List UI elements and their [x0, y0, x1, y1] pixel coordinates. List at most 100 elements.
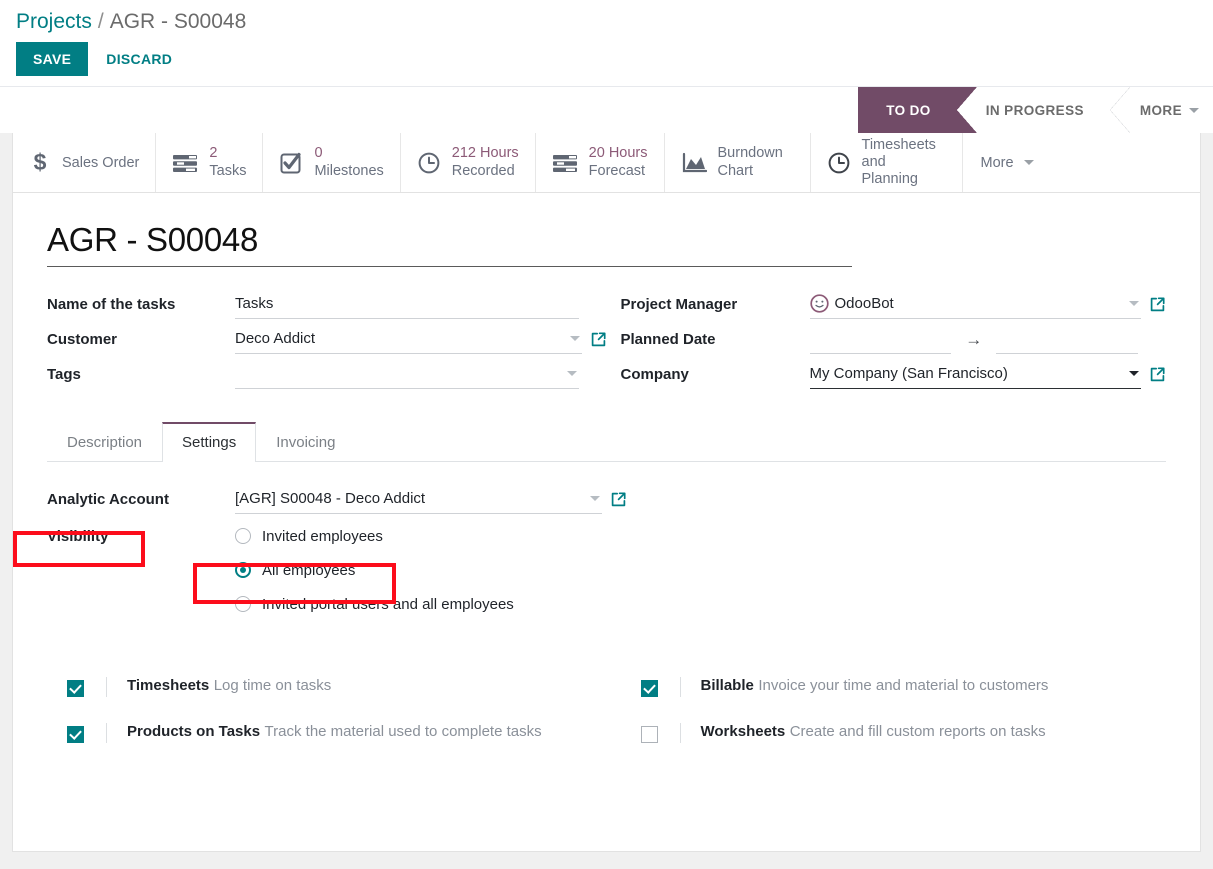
planned-date-start-input[interactable] — [809, 324, 952, 354]
planned-date-end-input[interactable] — [996, 324, 1138, 354]
planned-date-range: → — [809, 324, 1138, 354]
company-input[interactable]: My Company (San Francisco) — [809, 359, 1141, 389]
feature-toggles: Timesheets Log time on tasks Products on… — [47, 677, 1166, 769]
analytic-account-input[interactable]: [AGR] S00048 - Deco Addict — [235, 484, 602, 514]
stage-in-progress[interactable]: IN PROGRESS — [956, 87, 1131, 133]
smart-button-sales-order[interactable]: $ Sales Order — [13, 133, 157, 192]
control-panel: Projects / AGR - S00048 SAVE DISCARD TO … — [0, 0, 1213, 133]
breadcrumb-separator: / — [97, 10, 104, 33]
setting-title: Worksheets — [700, 723, 786, 740]
feature-column-right: Billable Invoice your time and material … — [607, 677, 1167, 769]
external-link-icon[interactable] — [590, 331, 607, 348]
visibility-option-all-employees[interactable]: All employees — [235, 553, 514, 587]
record-sheet: $ Sales Order 2 Tasks 0 Milestones 212 H… — [12, 133, 1201, 852]
tab-description[interactable]: Description — [47, 422, 162, 462]
tab-settings[interactable]: Settings — [162, 422, 257, 462]
field-label: Company — [620, 366, 689, 383]
smart-button-more[interactable]: More — [963, 133, 1052, 192]
form-fields: Name of the tasks Tasks Customer Deco Ad… — [47, 289, 1166, 394]
field-label: Planned Date — [620, 331, 716, 348]
breadcrumb-current: AGR - S00048 — [109, 10, 247, 33]
visibility-option-invited-employees[interactable]: Invited employees — [235, 519, 514, 553]
radio-label: All employees — [262, 561, 356, 579]
external-link-icon[interactable] — [1149, 296, 1166, 313]
field-project-manager: Project Manager OdooBot — [621, 289, 1167, 324]
tab-invoicing[interactable]: Invoicing — [256, 422, 355, 462]
external-link-icon[interactable] — [1149, 366, 1166, 383]
smart-button-bar: $ Sales Order 2 Tasks 0 Milestones 212 H… — [13, 133, 1200, 193]
field-name-of-the-tasks: Name of the tasks Tasks — [47, 289, 607, 324]
area-chart-icon — [681, 151, 707, 175]
setting-products-on-tasks[interactable]: Products on Tasks Track the material use… — [47, 723, 607, 743]
save-button[interactable]: SAVE — [16, 42, 89, 76]
field-value: Deco Addict — [235, 330, 316, 347]
smart-button-hours-forecast[interactable]: 20 Hours Forecast — [535, 133, 665, 192]
stage-to-do[interactable]: TO DO — [857, 87, 977, 133]
setting-description: Track the material used to complete task… — [264, 723, 542, 740]
setting-title: Billable — [700, 677, 754, 694]
visibility-option-invited-portal-users[interactable]: Invited portal users and all employees — [235, 587, 514, 621]
field-value: OdooBot — [834, 295, 894, 312]
name-of-the-tasks-input[interactable]: Tasks — [235, 289, 579, 319]
record-actions: SAVE DISCARD — [0, 34, 1213, 86]
page-title[interactable]: AGR - S00048 — [47, 221, 852, 267]
smart-button-tasks[interactable]: 2 Tasks — [156, 133, 264, 192]
smart-button-timesheets-and-planning[interactable]: Timesheets and Planning — [810, 133, 963, 192]
dollar-icon: $ — [29, 151, 51, 175]
radio-icon[interactable] — [235, 528, 251, 544]
chevron-down-icon[interactable] — [1129, 301, 1139, 306]
radio-icon[interactable] — [235, 596, 251, 612]
smart-button-label: Recorded — [451, 162, 515, 179]
chevron-down-icon[interactable] — [569, 336, 580, 341]
smart-button-label: Milestones — [314, 162, 384, 179]
sheet-body: AGR - S00048 Name of the tasks Tasks Cus… — [13, 193, 1200, 769]
field-label: Project Manager — [620, 296, 738, 313]
chevron-down-icon[interactable] — [566, 371, 577, 376]
setting-billable[interactable]: Billable Invoice your time and material … — [621, 677, 1167, 697]
setting-description: Invoice your time and material to custom… — [758, 677, 1049, 694]
stage-more-label: MORE — [1139, 102, 1182, 118]
smart-button-value: 212 Hours — [451, 145, 519, 162]
tags-input[interactable] — [235, 359, 579, 389]
arrow-right-icon: → — [965, 329, 983, 349]
statusbar-row: TO DO IN PROGRESS MORE — [0, 86, 1213, 133]
bars-icon — [552, 152, 578, 174]
field-value: [AGR] S00048 - Deco Addict — [235, 490, 426, 507]
worksheets-checkbox[interactable] — [640, 726, 658, 743]
customer-input[interactable]: Deco Addict — [235, 324, 582, 354]
field-tags: Tags — [47, 359, 607, 394]
smart-button-label: Forecast — [588, 162, 646, 179]
setting-worksheets[interactable]: Worksheets Create and fill custom report… — [621, 723, 1167, 743]
setting-description: Create and fill custom reports on tasks — [789, 723, 1046, 740]
setting-timesheets[interactable]: Timesheets Log time on tasks — [47, 677, 607, 697]
discard-button[interactable]: DISCARD — [94, 42, 184, 76]
products-on-tasks-checkbox[interactable] — [67, 726, 84, 743]
field-label: Customer — [47, 331, 118, 348]
smart-button-hours-recorded[interactable]: 212 Hours Recorded — [400, 133, 536, 192]
breadcrumb: Projects / AGR - S00048 — [0, 0, 1213, 34]
chevron-down-icon — [1023, 160, 1034, 165]
smart-button-label: Timesheets and Planning — [861, 136, 936, 188]
form-column-right: Project Manager OdooBot Planned Date → C… — [607, 289, 1167, 394]
external-link-icon[interactable] — [610, 491, 627, 508]
smart-button-label: Sales Order — [62, 154, 140, 171]
field-value: My Company (San Francisco) — [809, 365, 1008, 382]
settings-tab-page: Analytic Account [AGR] S00048 - Deco Add… — [47, 462, 1166, 769]
radio-icon[interactable] — [235, 562, 251, 578]
avatar — [809, 294, 829, 313]
breadcrumb-root-link[interactable]: Projects — [16, 10, 92, 34]
smart-button-milestones[interactable]: 0 Milestones — [263, 133, 401, 192]
timesheets-checkbox[interactable] — [67, 680, 84, 697]
project-manager-input[interactable]: OdooBot — [809, 289, 1141, 319]
smart-button-label: Burndown Chart — [717, 145, 783, 179]
check-square-icon — [279, 151, 303, 175]
chevron-down-icon[interactable] — [1129, 371, 1139, 376]
billable-checkbox[interactable] — [640, 680, 658, 697]
clock-icon — [827, 151, 851, 175]
smart-button-value: 0 — [314, 145, 323, 162]
form-column-left: Name of the tasks Tasks Customer Deco Ad… — [47, 289, 607, 394]
field-label: Name of the tasks — [47, 296, 176, 313]
chevron-down-icon[interactable] — [590, 496, 600, 501]
smart-button-burndown-chart[interactable]: Burndown Chart — [664, 133, 811, 192]
field-analytic-account: Analytic Account [AGR] S00048 - Deco Add… — [47, 484, 1166, 519]
